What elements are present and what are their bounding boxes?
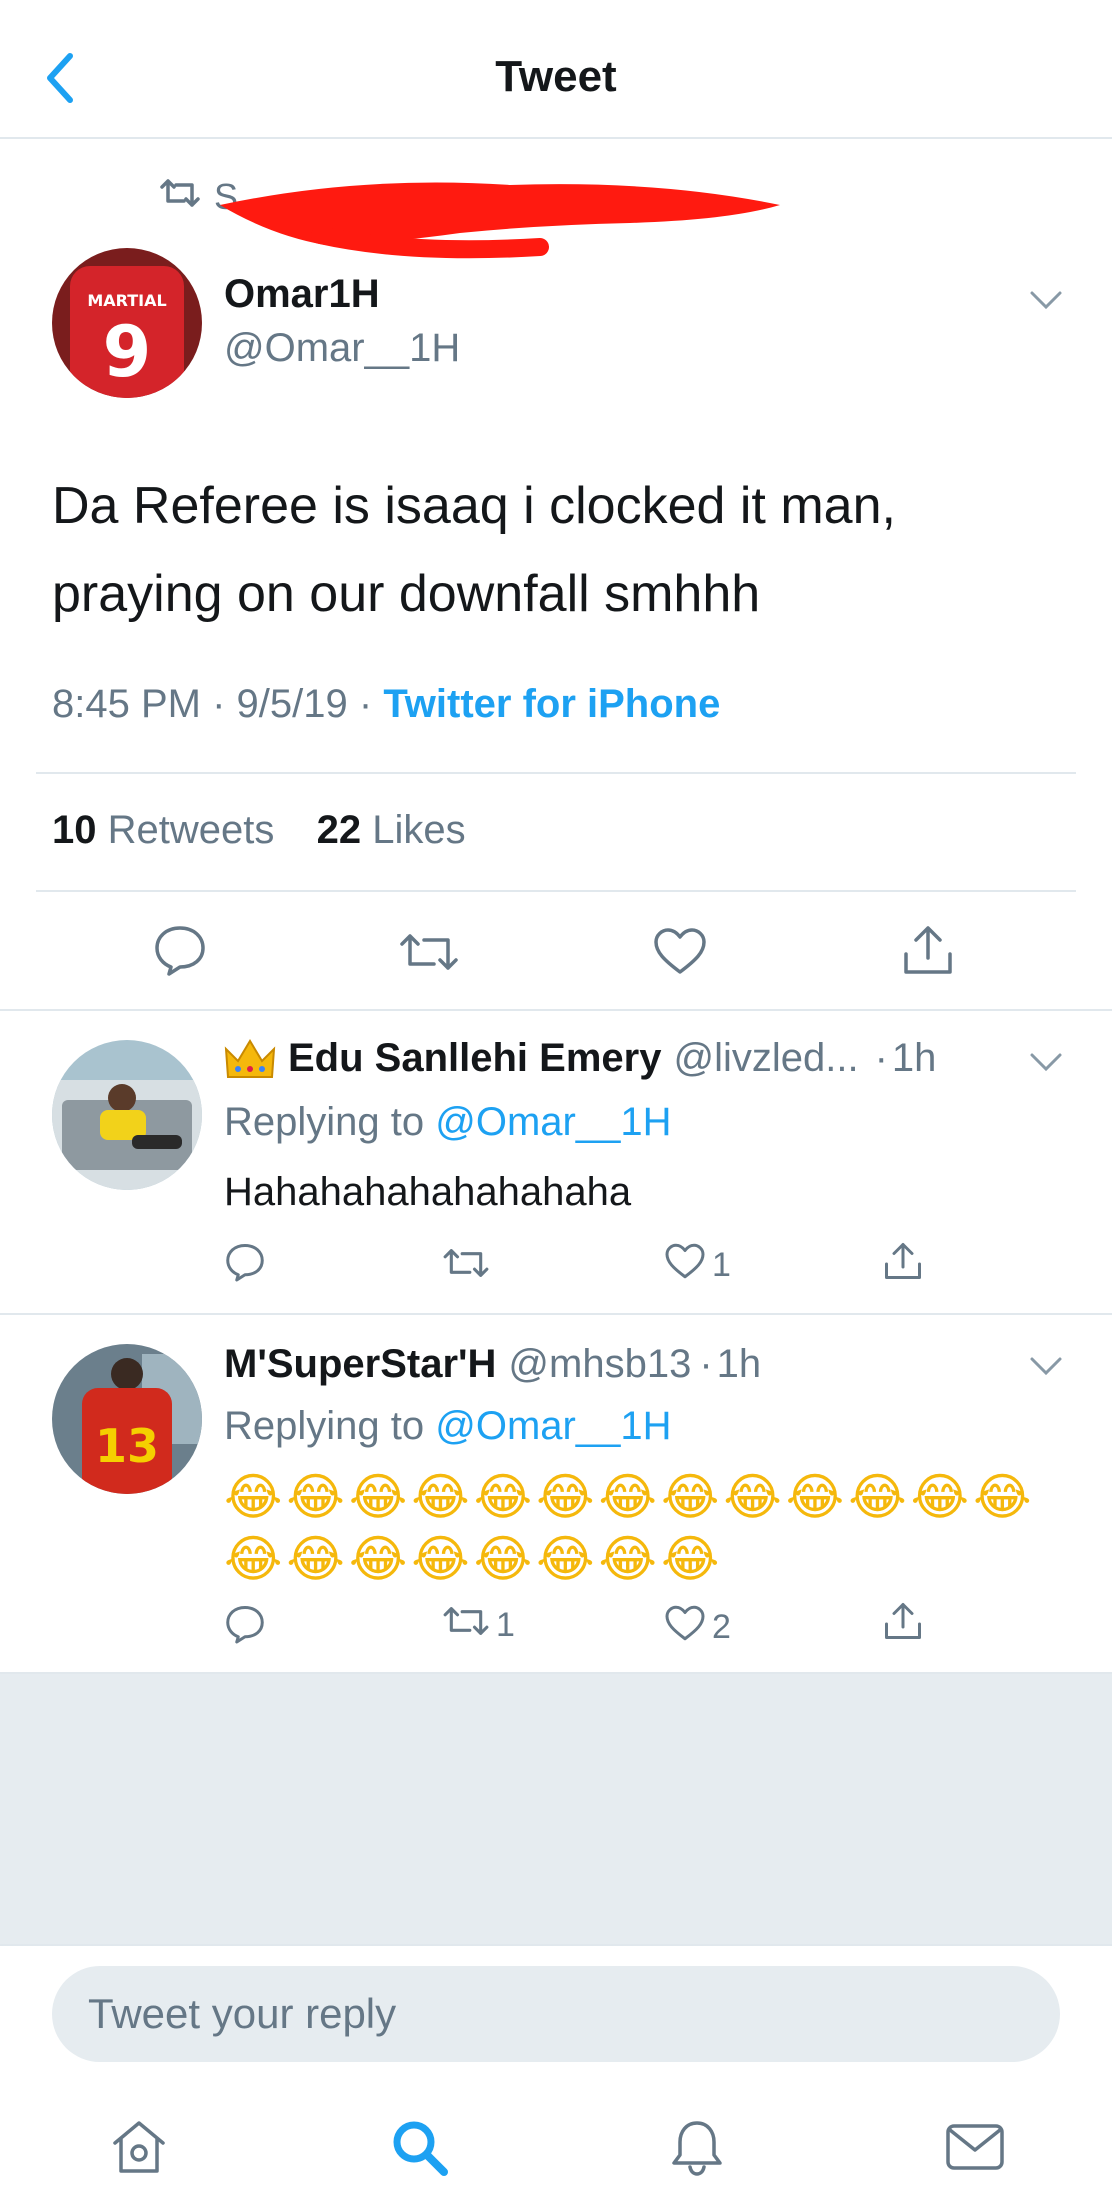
avatar[interactable]: MARTIAL 9 <box>52 248 202 398</box>
reply-button[interactable] <box>152 924 208 985</box>
retweet-count: 1 <box>496 1606 515 1644</box>
tweet-date: 9/5/19 <box>236 682 348 726</box>
notifications-icon[interactable] <box>662 2112 732 2182</box>
avatar[interactable]: 13 <box>52 1344 202 1494</box>
reply-author-handle[interactable]: @mhsb13 <box>508 1342 691 1387</box>
messages-icon[interactable] <box>940 2112 1010 2182</box>
retweet-button[interactable] <box>442 1246 496 1289</box>
reply-icon <box>224 1242 266 1291</box>
reply-icon <box>152 924 208 985</box>
tweet-text-line: praying on our downfall smhhh <box>52 565 761 623</box>
replying-to-handle[interactable]: @Omar__1H <box>435 1404 671 1448</box>
reply-header: Edu Sanllehi Emery @livzled... · 1h <box>224 1036 936 1081</box>
reply-author-handle[interactable]: @livzled... <box>673 1036 858 1081</box>
reply-icon <box>224 1604 266 1653</box>
top-navigation-bar: Tweet <box>0 0 1112 139</box>
retweet-button[interactable]: 1 <box>442 1604 515 1647</box>
redaction-scribble <box>210 165 790 260</box>
chevron-down-icon[interactable] <box>1028 1354 1064 1378</box>
divider <box>0 1009 1112 1011</box>
search-icon[interactable] <box>384 2112 454 2182</box>
divider <box>36 890 1076 892</box>
like-button[interactable]: 2 <box>664 1604 731 1651</box>
author-handle[interactable]: @Omar__1H <box>224 326 460 371</box>
tweet-time: 8:45 PM <box>52 682 201 726</box>
avatar-jersey-number: 13 <box>95 1419 159 1473</box>
reply-author-name[interactable]: M'SuperStar'H <box>224 1342 496 1387</box>
page-title: Tweet <box>495 52 617 101</box>
tweet-text-line: Da Referee is isaaq i clocked it man, <box>52 477 896 535</box>
share-icon <box>882 1600 924 1651</box>
reply-time: 1h <box>716 1342 762 1386</box>
tweet-timestamp: 8:45 PM · 9/5/19 · Twitter for iPhone <box>52 682 721 726</box>
bottom-tab-bar <box>0 2100 1112 2208</box>
author-display-name[interactable]: Omar1H <box>224 272 380 317</box>
replying-to: Replying to @Omar__1H <box>224 1404 672 1448</box>
reply-button[interactable] <box>224 1242 266 1291</box>
replying-to-handle[interactable]: @Omar__1H <box>435 1100 671 1144</box>
likes-stat[interactable]: 22 Likes <box>317 808 466 852</box>
reply-emoji-text: 😂😂😂😂😂😂😂😂😂😂😂😂😂 😂😂😂😂😂😂😂😂 <box>224 1468 1036 1588</box>
divider <box>0 1313 1112 1315</box>
reply-button[interactable] <box>224 1604 266 1653</box>
reply-header: M'SuperStar'H @mhsb13 · 1h <box>224 1342 762 1387</box>
tweet-text: Da Referee is isaaq i clocked it man, pr… <box>52 462 1062 638</box>
avatar-jersey-name: MARTIAL <box>87 291 166 310</box>
like-count: 2 <box>712 1608 731 1646</box>
retweet-icon <box>398 930 460 983</box>
retweet-button[interactable] <box>398 930 460 983</box>
share-icon <box>900 922 956 987</box>
reply-author-name[interactable]: Edu Sanllehi Emery <box>288 1036 661 1081</box>
like-count: 1 <box>712 1246 731 1284</box>
reply-composer[interactable] <box>52 1966 1060 2062</box>
avatar[interactable] <box>52 1040 202 1190</box>
divider <box>36 772 1076 774</box>
reply-time: 1h <box>891 1036 937 1080</box>
like-icon <box>652 926 708 985</box>
crown-emoji <box>224 1037 276 1081</box>
share-button[interactable] <box>900 922 956 987</box>
retweet-icon <box>442 1246 490 1289</box>
retweet-icon <box>160 176 200 218</box>
reply-input[interactable] <box>52 1966 1060 2062</box>
chevron-down-icon[interactable] <box>1028 1050 1064 1074</box>
like-button[interactable]: 1 <box>664 1242 731 1289</box>
like-button[interactable] <box>652 926 708 985</box>
replying-to: Replying to @Omar__1H <box>224 1100 672 1144</box>
like-icon <box>664 1604 706 1651</box>
empty-background <box>0 1672 1112 1946</box>
home-icon[interactable] <box>104 2112 174 2182</box>
tweet-source-link[interactable]: Twitter for iPhone <box>383 682 720 726</box>
retweets-stat[interactable]: 10 Retweets <box>52 808 274 852</box>
like-icon <box>664 1242 706 1289</box>
share-button[interactable] <box>882 1240 924 1291</box>
reply-text: Hahahahahahahahaha <box>224 1170 632 1214</box>
avatar-jersey-number: 9 <box>103 311 152 393</box>
retweet-icon <box>442 1604 490 1647</box>
share-icon <box>882 1240 924 1291</box>
share-button[interactable] <box>882 1600 924 1651</box>
engagement-stats: 10 Retweets 22 Likes <box>52 808 466 853</box>
chevron-down-icon[interactable] <box>1028 288 1064 312</box>
